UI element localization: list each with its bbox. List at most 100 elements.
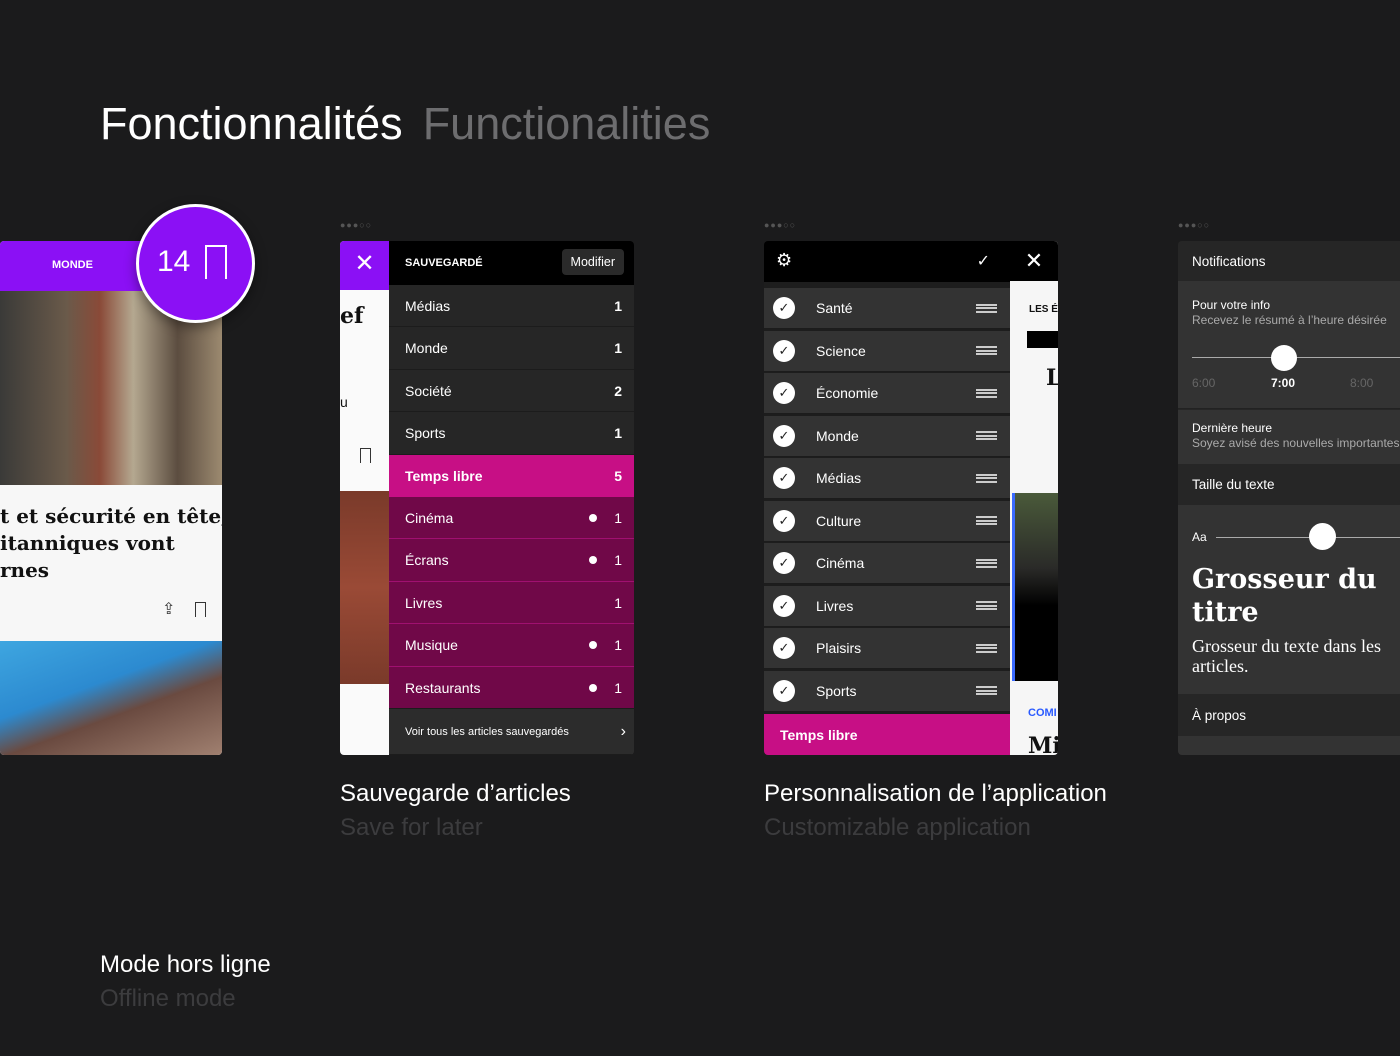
- saved-subcategory[interactable]: Musique 1: [389, 624, 634, 667]
- article-photo-2: [0, 641, 222, 755]
- bookmark-icon: [205, 245, 227, 279]
- section-label: Santé: [816, 300, 853, 316]
- text-size-slider-track[interactable]: [1216, 537, 1400, 538]
- fyi-title: Pour votre info: [1192, 298, 1271, 312]
- section-label: Monde: [816, 427, 859, 444]
- fyi-setting[interactable]: Pour votre info Recevez le résumé à l’he…: [1178, 281, 1400, 409]
- caption-offline-en: Offline mode: [100, 985, 236, 1012]
- headline-line[interactable]: itanniques vont: [0, 530, 222, 557]
- text-size-setting: Aa Grosseur du titre Grosseur du texte d…: [1178, 505, 1400, 694]
- section-toggle-row[interactable]: ✓ Culture: [764, 500, 1010, 542]
- section-toggle-row[interactable]: ✓ Monde: [764, 415, 1010, 457]
- section-toggle-row[interactable]: ✓ Plaisirs: [764, 628, 1010, 669]
- peek-text: L: [1046, 365, 1058, 391]
- title-fr: Fonctionnalités: [100, 98, 403, 149]
- check-circle-icon[interactable]: ✓: [773, 679, 795, 702]
- bookmark-icon[interactable]: [360, 448, 371, 463]
- drag-handle-icon[interactable]: [976, 431, 997, 440]
- saved-category[interactable]: Médias 1: [389, 285, 634, 327]
- drag-handle-icon[interactable]: [976, 643, 997, 653]
- chevron-right-icon: ›: [620, 722, 626, 740]
- peek-text: LES É: [1029, 304, 1058, 315]
- check-circle-icon[interactable]: ✓: [773, 509, 795, 532]
- drag-handle-icon[interactable]: [976, 473, 997, 483]
- headline-line[interactable]: rnes: [0, 557, 222, 584]
- more-item[interactable]: [1178, 736, 1400, 755]
- view-all-saved-link[interactable]: Voir tous les articles sauvegardés ›: [389, 709, 634, 755]
- saved-count-badge[interactable]: 14: [136, 204, 255, 323]
- saved-category[interactable]: Monde 1: [389, 327, 634, 370]
- drag-handle-icon[interactable]: [976, 388, 997, 398]
- new-dot: [589, 683, 597, 692]
- saved-subcategory[interactable]: Restaurants 1: [389, 667, 634, 709]
- phone-customize: ✕ LES É L COMI Mi ⚙ ✓ ✓ Santé ✓ Science ✓ Éco…: [764, 241, 1058, 755]
- check-circle-icon[interactable]: ✓: [773, 552, 795, 574]
- check-circle-icon[interactable]: ✓: [773, 424, 795, 447]
- section-toggle-row[interactable]: ✓ Sports: [764, 670, 1010, 712]
- peek-text: ef: [340, 303, 364, 329]
- saved-subcategory[interactable]: Livres 1: [389, 582, 634, 624]
- phone-saved: ✕ ef u SAUVEGARDÉ Modifier Médias 1 Monde…: [340, 241, 634, 755]
- new-dot: [589, 556, 597, 564]
- drag-handle-icon[interactable]: [976, 346, 997, 355]
- close-button[interactable]: ✕: [340, 241, 389, 290]
- time-label: 6:00: [1192, 376, 1216, 390]
- section-toggle-row[interactable]: ✓ Santé: [764, 288, 1010, 329]
- new-dot: [589, 641, 597, 649]
- section-label[interactable]: MONDE: [52, 259, 93, 271]
- drag-handle-icon[interactable]: [976, 303, 997, 313]
- close-button[interactable]: ✕: [1010, 241, 1058, 281]
- section-toggle-row[interactable]: ✓ Médias: [764, 458, 1010, 499]
- drag-handle-icon[interactable]: [976, 686, 997, 695]
- time-label: 8:00: [1350, 376, 1374, 390]
- fyi-subtitle: Recevez le résumé à l’heure désirée: [1192, 313, 1387, 327]
- section-toggle-row[interactable]: ✓ Livres: [764, 585, 1010, 627]
- sections-panel: ⚙ ✓ ✓ Santé ✓ Science ✓ Économie ✓ Monde ✓ Médias…: [764, 241, 1010, 755]
- section-toggle-row[interactable]: ✓ Économie: [764, 373, 1010, 414]
- article-peek: ✕ ef u: [340, 241, 389, 755]
- drag-handle-icon[interactable]: [976, 558, 997, 568]
- caption-customize: Personnalisation de l’application: [764, 780, 1107, 807]
- status-bar: ●●●○○: [764, 220, 797, 230]
- gear-icon[interactable]: ⚙: [776, 250, 792, 271]
- caption-offline: Mode hors ligne: [100, 951, 271, 978]
- section-label: Plaisirs: [816, 640, 862, 656]
- check-circle-icon[interactable]: ✓: [773, 297, 795, 319]
- preview-body: Grosseur du texte dans les articles.: [1192, 636, 1381, 676]
- breaking-news-setting[interactable]: Dernière heure Soyez avisé des nouvelles…: [1178, 410, 1400, 464]
- check-circle-icon[interactable]: ✓: [773, 594, 795, 617]
- breaking-subtitle: Soyez avisé des nouvelles importantes: [1192, 436, 1400, 450]
- section-group-temps-libre[interactable]: Temps libre: [764, 714, 1010, 755]
- preview-title: Grosseur du titre: [1192, 564, 1377, 628]
- check-circle-icon[interactable]: ✓: [773, 382, 795, 404]
- breaking-title: Dernière heure: [1192, 421, 1273, 435]
- about-item[interactable]: À propos: [1178, 694, 1400, 736]
- caption-saved-en: Save for later: [340, 814, 483, 841]
- headline-line[interactable]: t et sécurité en tête,: [0, 503, 222, 530]
- check-circle-icon[interactable]: ✓: [773, 467, 795, 489]
- checkmark-icon[interactable]: ✓: [977, 251, 990, 271]
- saved-panel: SAUVEGARDÉ Modifier Médias 1 Monde 1 Socié…: [389, 241, 634, 755]
- share-icon[interactable]: ⇪: [162, 599, 175, 619]
- caption-customize-en: Customizable application: [764, 814, 1031, 841]
- saved-category[interactable]: Société 2: [389, 370, 634, 412]
- notifications-header: Notifications: [1178, 241, 1400, 281]
- peek-text: u: [340, 394, 348, 410]
- time-slider-thumb[interactable]: [1271, 345, 1297, 371]
- saved-category-active[interactable]: Temps libre 5: [389, 455, 634, 497]
- saved-subcategory[interactable]: Cinéma 1: [389, 497, 634, 539]
- drag-handle-icon[interactable]: [976, 516, 997, 525]
- text-size-header: Taille du texte: [1178, 464, 1400, 505]
- saved-subcategory[interactable]: Écrans 1: [389, 539, 634, 582]
- bookmark-icon[interactable]: [195, 602, 206, 617]
- check-circle-icon[interactable]: ✓: [773, 637, 795, 659]
- section-toggle-row[interactable]: ✓ Cinéma: [764, 543, 1010, 584]
- saved-category[interactable]: Sports 1: [389, 412, 634, 455]
- text-size-slider-thumb[interactable]: [1309, 523, 1336, 550]
- drag-handle-icon[interactable]: [976, 601, 997, 610]
- caption-saved: Sauvegarde d’articles: [340, 780, 571, 807]
- edit-button[interactable]: Modifier: [561, 249, 624, 275]
- section-toggle-row[interactable]: ✓ Science: [764, 330, 1010, 372]
- check-circle-icon[interactable]: ✓: [773, 339, 795, 362]
- article-photo: [340, 491, 389, 684]
